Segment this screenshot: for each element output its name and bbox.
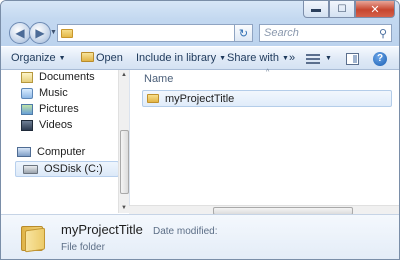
search-box[interactable]: Search ⚲ [259,24,392,42]
nav-item-label: OSDisk (C:) [44,163,103,175]
open-folder-icon [81,52,94,62]
sort-ascending-icon: ^ [266,69,270,76]
nav-item-pictures[interactable]: Pictures [21,103,79,115]
nav-item-videos[interactable]: Videos [21,119,72,131]
details-item-type: File folder [61,242,105,253]
include-label: Include in library [136,52,217,64]
scroll-thumb[interactable] [120,130,129,194]
change-view-icon[interactable] [306,54,320,64]
share-with-menu[interactable]: Share with ▼ [227,52,289,64]
nav-item-label: Music [39,87,68,99]
details-pane: myProjectTitle Date modified: File folde… [1,214,399,259]
computer-icon [17,147,31,157]
nav-item-music[interactable]: Music [21,87,68,99]
refresh-icon: ↻ [238,27,249,40]
pictures-icon [21,103,33,115]
disk-icon [23,164,38,174]
maximize-button[interactable]: ☐ [329,1,355,18]
nav-item-label: Computer [37,146,86,158]
chevron-down-icon: ▼ [219,55,227,62]
chevron-down-icon: ▼ [58,55,66,62]
music-icon [21,87,33,99]
explorer-window: ▬ ☐ ✕ ◀ ▶ ▼ ▼ ↻ Search ⚲ Organize▼ Open … [0,0,400,260]
file-list-item[interactable]: myProjectTitle [142,90,392,107]
search-icon[interactable]: ⚲ [379,27,387,40]
file-list-pane: Name ^ myProjectTitle [129,69,399,213]
scroll-down-icon[interactable]: ▼ [121,205,127,211]
folder-icon [61,28,73,38]
share-label: Share with [227,52,279,64]
chevron-down-icon: ▼ [281,55,289,62]
navigation-pane: Documents Music Pictures Videos Computer… [1,70,129,213]
preview-pane-icon[interactable] [346,53,359,65]
more-commands-button[interactable]: » [289,52,295,64]
recent-pages-dropdown[interactable]: ▼ [50,29,57,36]
title-bar: ▬ ☐ ✕ ◀ ▶ ▼ ▼ ↻ Search ⚲ [1,1,399,46]
details-item-name: myProjectTitle [61,222,143,237]
forward-arrow-icon: ▶ [35,26,45,40]
videos-icon [21,119,33,131]
caption-buttons: ▬ ☐ ✕ [303,1,395,18]
file-name: myProjectTitle [165,92,235,105]
large-folder-icon [21,223,45,253]
nav-item-label: Documents [39,71,95,83]
help-icon[interactable]: ? [373,52,387,66]
nav-item-computer[interactable]: Computer [17,146,85,158]
nav-item-documents[interactable]: Documents [21,71,95,83]
open-button[interactable]: Open [81,52,123,64]
command-bar: Organize ▼ Open Include in library ▼ Share… [1,46,399,70]
back-arrow-icon: ◀ [15,26,25,40]
forward-button[interactable]: ▶ [29,22,51,44]
nav-item-label: Videos [39,119,73,131]
scroll-up-icon[interactable]: ▲ [121,72,127,78]
nav-item-osdisk[interactable]: OSDisk (C:) [23,163,103,175]
include-in-library-menu[interactable]: Include in library ▼ [136,52,226,64]
close-button[interactable]: ✕ [355,1,395,18]
documents-icon [21,71,33,83]
refresh-button[interactable]: ↻ [234,24,253,42]
minimize-button[interactable]: ▬ [303,1,329,18]
address-bar[interactable]: ▼ [57,24,253,42]
nav-scrollbar[interactable]: ▲ ▼ [118,70,129,213]
nav-item-label: Pictures [39,103,79,115]
organize-label: Organize [11,52,56,64]
view-dropdown-icon[interactable]: ▼ [325,55,332,62]
details-date-modified-label: Date modified: [153,226,218,237]
organize-menu[interactable]: Organize ▼ [11,52,66,64]
open-label: Open [96,52,123,64]
back-button[interactable]: ◀ [9,22,31,44]
column-header-name[interactable]: Name [144,73,173,85]
folder-icon [147,94,159,103]
search-placeholder: Search [264,27,299,39]
